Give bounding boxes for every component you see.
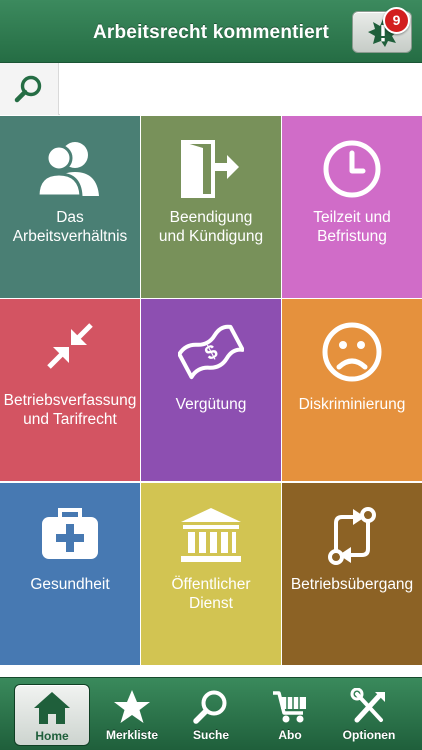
- tile-gesundheit[interactable]: Gesundheit: [0, 483, 140, 665]
- home-icon: [15, 689, 89, 729]
- tile-label: Teilzeit und Befristung: [313, 209, 391, 245]
- tab-suche[interactable]: Suche: [173, 684, 249, 746]
- search-icon: [173, 688, 249, 728]
- search-button[interactable]: [0, 63, 59, 115]
- tile-label: Beendigung und Kündigung: [158, 209, 264, 245]
- tab-bar: Home Merkliste Suche Abo Optionen: [0, 677, 422, 750]
- sad-face-icon: [282, 321, 422, 391]
- star-icon: [94, 688, 170, 728]
- exit-door-icon: [141, 138, 281, 208]
- tile-label: Betriebsverfassung und Tarifrecht: [3, 392, 137, 428]
- people-icon: [0, 138, 140, 208]
- search-input[interactable]: [60, 63, 422, 115]
- tile-betriebsverfassung[interactable]: Betriebsverfassung und Tarifrecht: [0, 299, 140, 481]
- topic-grid: Das Arbeitsverhältnis Beendigung und Kün…: [0, 116, 422, 668]
- tab-home[interactable]: Home: [14, 684, 90, 746]
- compress-arrows-icon: [0, 321, 140, 391]
- tile-teilzeit[interactable]: Teilzeit und Befristung: [282, 116, 422, 298]
- tile-oeffentlicher-dienst[interactable]: Öffentlicher Dienst: [141, 483, 281, 665]
- transfer-arrows-icon: [282, 505, 422, 575]
- tile-verguetung[interactable]: $ Vergütung: [141, 299, 281, 481]
- tile-diskriminierung[interactable]: Diskriminierung: [282, 299, 422, 481]
- tab-merkliste[interactable]: Merkliste: [94, 684, 170, 746]
- tile-beendigung[interactable]: Beendigung und Kündigung: [141, 116, 281, 298]
- search-icon: [14, 75, 42, 103]
- tile-betriebsuebergang[interactable]: Betriebsübergang: [282, 483, 422, 665]
- search-bar: [0, 63, 422, 115]
- tab-abo[interactable]: Abo: [252, 684, 328, 746]
- clock-icon: [282, 138, 422, 208]
- tile-label: Diskriminierung: [298, 396, 406, 413]
- government-building-icon: [141, 505, 281, 575]
- tile-label: Vergütung: [175, 396, 247, 413]
- tile-label: Öffentlicher Dienst: [171, 576, 251, 612]
- tile-arbeitsverhaeltnis[interactable]: Das Arbeitsverhältnis: [0, 116, 140, 298]
- tile-label: Gesundheit: [30, 576, 110, 593]
- navigation-bar: Arbeitsrecht kommentiert 9: [0, 0, 422, 63]
- medical-kit-icon: [0, 505, 140, 575]
- money-bill-icon: $: [141, 321, 281, 391]
- svg-text:$: $: [201, 341, 221, 366]
- tile-label: Das Arbeitsverhältnis: [12, 209, 128, 245]
- tools-icon: [331, 688, 407, 728]
- tile-label: Betriebsübergang: [290, 576, 414, 593]
- cart-icon: [252, 688, 328, 728]
- tab-optionen[interactable]: Optionen: [331, 684, 407, 746]
- notification-count-badge: 9: [383, 7, 410, 34]
